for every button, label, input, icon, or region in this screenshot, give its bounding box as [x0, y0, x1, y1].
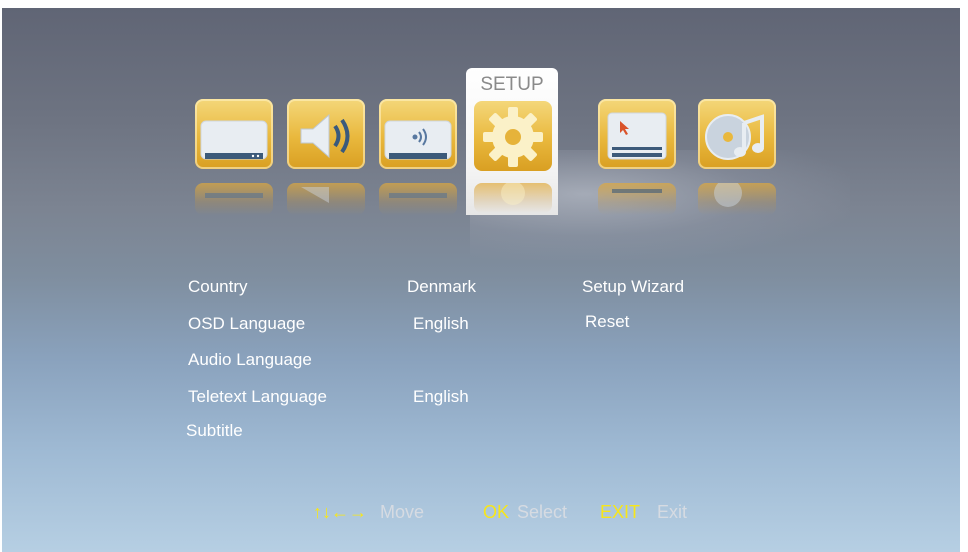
country-value[interactable]: Denmark — [407, 277, 476, 297]
tv-picture-icon[interactable] — [195, 99, 273, 169]
key-hint-bar: ↑↓←→ Move OK Select EXIT Exit — [0, 502, 968, 524]
subtitle-label[interactable]: Subtitle — [186, 421, 243, 441]
gear-setup-icon[interactable] — [474, 101, 552, 171]
country-label[interactable]: Country — [188, 277, 248, 297]
exit-key-label: EXIT — [600, 502, 641, 522]
move-hint-label: Move — [380, 502, 425, 522]
media-music-reflection — [698, 183, 776, 215]
osd-language-label[interactable]: OSD Language — [188, 314, 305, 334]
gear-setup-reflection — [474, 183, 552, 213]
screen-cursor-icon[interactable] — [598, 99, 676, 169]
media-music-icon[interactable] — [698, 99, 776, 169]
screen-cursor-reflection — [598, 183, 676, 215]
setup-wizard-item[interactable]: Setup Wizard — [582, 277, 684, 297]
exit-hint-label: Exit — [657, 502, 688, 522]
tv-setup-screen: SETUP Country Denmark Setup Wizard OSD L… — [0, 0, 968, 552]
osd-language-value[interactable]: English — [413, 314, 469, 334]
arrow-keys-icon: ↑↓←→ — [313, 502, 367, 522]
signal-channel-icon[interactable] — [379, 99, 457, 169]
frame-right-border — [960, 0, 968, 552]
teletext-language-value[interactable]: English — [413, 387, 469, 407]
audio-language-label[interactable]: Audio Language — [188, 350, 312, 370]
signal-channel-reflection — [379, 183, 457, 215]
tv-picture-reflection — [195, 183, 273, 215]
speaker-audio-reflection — [287, 183, 365, 215]
ok-key-label: OK — [483, 502, 510, 522]
reset-item[interactable]: Reset — [585, 312, 629, 332]
speaker-audio-icon[interactable] — [287, 99, 365, 169]
teletext-language-label[interactable]: Teletext Language — [188, 387, 327, 407]
select-hint-label: Select — [517, 502, 568, 522]
frame-left-border — [0, 0, 2, 552]
frame-top-border — [0, 0, 968, 8]
setup-tab-label: SETUP — [480, 74, 544, 95]
